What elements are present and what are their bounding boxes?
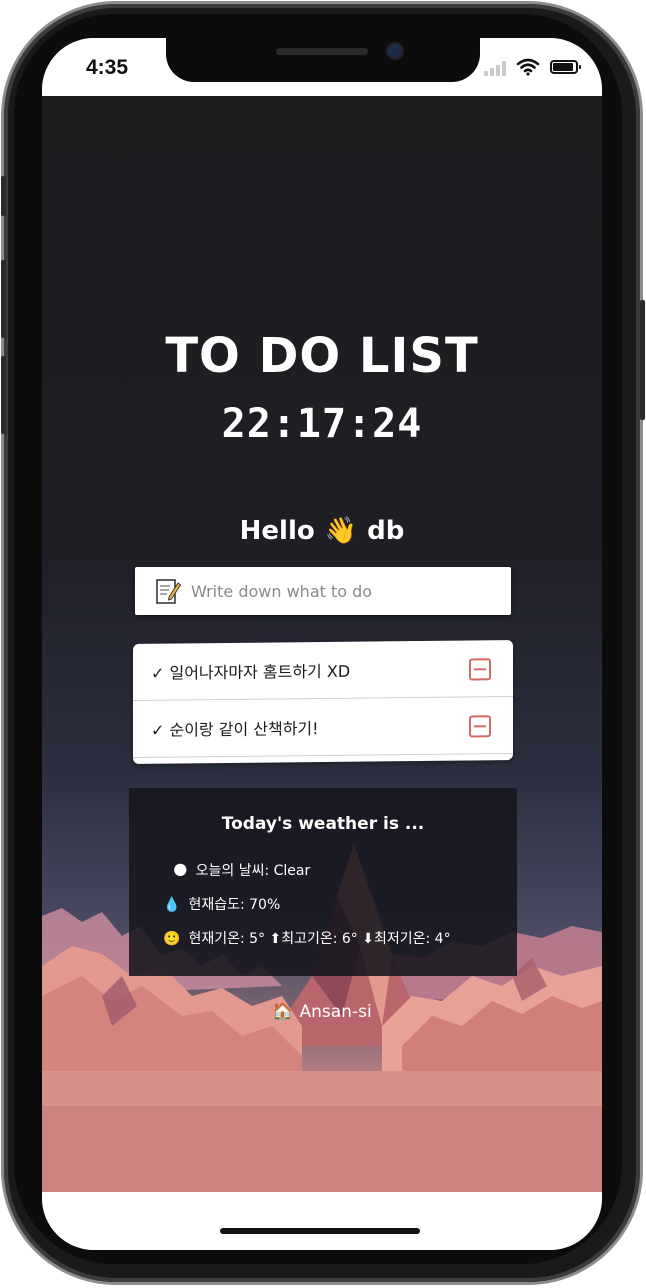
wifi-icon xyxy=(516,58,540,76)
signal-bars-icon xyxy=(484,60,510,76)
todo-item-text: ✓ 순이랑 같이 산책하기! xyxy=(151,719,319,740)
user-name: db xyxy=(367,516,405,546)
volume-up-button xyxy=(1,260,6,338)
battery-icon xyxy=(550,60,581,74)
house-icon: 🏠 xyxy=(272,1002,294,1022)
status-bar: 4:35 xyxy=(42,38,602,96)
delete-todo-button[interactable] xyxy=(469,658,491,681)
location: 🏠 Ansan-si xyxy=(42,1002,602,1022)
todo-item-text: ✓ 일어나자마자 홈트하기 XD xyxy=(151,661,351,683)
location-text: Ansan-si xyxy=(299,1002,372,1022)
droplet-icon: 💧 xyxy=(163,897,181,913)
todo-input-container xyxy=(135,567,511,615)
memo-icon xyxy=(156,579,181,604)
greeting-prefix: Hello xyxy=(239,516,315,546)
speaker-grille xyxy=(276,48,368,55)
front-camera xyxy=(388,44,402,58)
weather-temperature-text: 현재기온: 5° ⬆최고기온: 6° ⬇최저기온: 4° xyxy=(188,931,451,947)
home-bar-area xyxy=(42,1192,602,1250)
weather-panel: Today's weather is ... 🌑 오늘의 날씨: Clear 💧 현… xyxy=(129,788,517,976)
smiley-icon: 🙂 xyxy=(163,931,181,947)
mute-switch xyxy=(1,176,6,216)
volume-down-button xyxy=(1,356,6,434)
todo-list: ✓ 일어나자마자 홈트하기 XD ✓ 순이랑 같이 산책하기! xyxy=(133,640,513,764)
home-indicator[interactable] xyxy=(220,1228,420,1234)
clock: 22:17:24 xyxy=(221,401,423,447)
weather-humidity: 💧 현재습도: 70% xyxy=(163,894,280,914)
delete-todo-button[interactable] xyxy=(469,715,491,738)
weather-humidity-text: 현재습도: 70% xyxy=(188,897,281,913)
power-button xyxy=(640,300,645,420)
status-time: 4:35 xyxy=(86,56,129,79)
notch xyxy=(166,38,480,82)
greeting: Hello 👋 db xyxy=(42,516,602,546)
todo-item: ✓ 순이랑 같이 산책하기! xyxy=(133,697,513,758)
phone-screen: 4:35 TO DO LIST 22:17:24 Hello 👋 db Writ… xyxy=(42,38,602,1250)
todo-item: ✓ 일어나자마자 홈트하기 XD xyxy=(133,640,513,701)
waving-hand-icon: 👋 xyxy=(324,516,358,546)
weather-condition-text: 오늘의 날씨: Clear xyxy=(195,863,311,879)
todo-input[interactable] xyxy=(191,567,501,615)
weather-title: Today's weather is ... xyxy=(221,814,425,834)
todo-app: TO DO LIST 22:17:24 Hello 👋 db ✓ 일어나자마자 홈트… xyxy=(42,96,602,1192)
weather-temperature: 🙂 현재기온: 5° ⬆최고기온: 6° ⬇최저기온: 4° xyxy=(163,928,451,948)
weather-condition: 🌑 오늘의 날씨: Clear xyxy=(173,860,310,880)
app-title: TO DO LIST xyxy=(165,328,479,384)
new-moon-icon: 🌑 xyxy=(173,863,188,879)
